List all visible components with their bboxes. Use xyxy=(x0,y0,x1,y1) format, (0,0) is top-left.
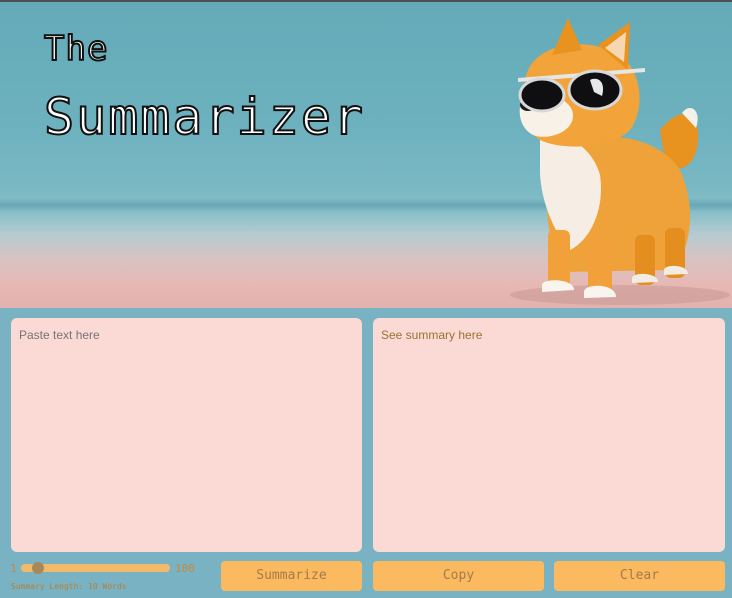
dog-illustration xyxy=(510,18,730,305)
clear-button[interactable]: Clear xyxy=(554,561,725,591)
slider-min-label: 1 xyxy=(10,562,17,575)
slider-thumb[interactable] xyxy=(32,562,44,574)
text-input[interactable] xyxy=(11,318,362,552)
summary-output: See summary here xyxy=(373,318,725,552)
copy-button[interactable]: Copy xyxy=(373,561,544,591)
summarize-button[interactable]: Summarize xyxy=(221,561,362,591)
title-the: The xyxy=(43,29,109,69)
title-summarizer: Summarizer xyxy=(43,88,366,146)
hero-banner: The Summarizer xyxy=(0,2,732,308)
slider-max-label: 100 xyxy=(175,562,195,575)
summary-length-label: Summary Length: 10 Words xyxy=(11,582,127,591)
